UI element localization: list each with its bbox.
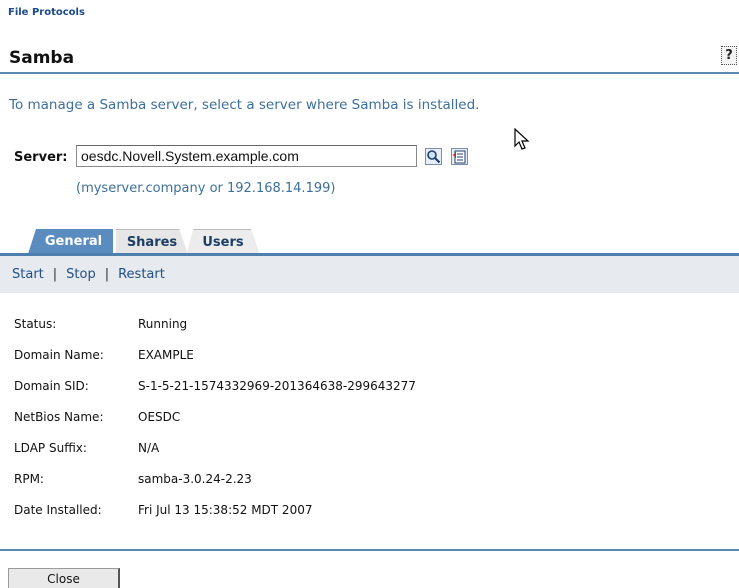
mouse-pointer-icon: [514, 128, 530, 150]
action-separator: |: [52, 267, 58, 282]
detail-label: NetBios Name:: [14, 410, 104, 424]
detail-value: S-1-5-21-1574332969-201364638-299643277: [138, 379, 416, 393]
detail-label: Domain Name:: [14, 348, 104, 362]
object-browser-icon[interactable]: [451, 148, 468, 165]
title-divider: [0, 72, 739, 74]
page-title: Samba: [9, 48, 75, 68]
start-link[interactable]: Start: [12, 267, 44, 282]
detail-value: Fri Jul 13 15:38:52 MDT 2007: [138, 503, 313, 517]
detail-label: LDAP Suffix:: [14, 441, 87, 455]
close-button[interactable]: Close: [8, 568, 120, 588]
action-bar: Start | Stop | Restart: [0, 256, 739, 293]
tab-shares[interactable]: Shares: [116, 229, 188, 255]
action-separator: |: [104, 267, 110, 282]
breadcrumb[interactable]: File Protocols: [8, 7, 85, 18]
detail-value: Running: [138, 317, 188, 331]
detail-value: OESDC: [138, 410, 181, 424]
tab-users[interactable]: Users: [186, 229, 260, 255]
tab-general[interactable]: General: [28, 229, 113, 254]
footer-divider: [0, 549, 739, 551]
detail-label: RPM:: [14, 472, 44, 486]
detail-value: samba-3.0.24-2.23: [138, 472, 252, 486]
help-icon[interactable]: ?: [721, 46, 737, 65]
search-icon[interactable]: [425, 148, 442, 165]
restart-link[interactable]: Restart: [118, 267, 165, 282]
server-hint: (myserver.company or 192.168.14.199): [76, 181, 336, 196]
detail-value: N/A: [138, 441, 160, 455]
server-label: Server:: [14, 150, 68, 165]
server-input[interactable]: [76, 145, 417, 167]
detail-value: EXAMPLE: [138, 348, 194, 362]
detail-label: Date Installed:: [14, 503, 102, 517]
stop-link[interactable]: Stop: [66, 267, 96, 282]
detail-label: Status:: [14, 317, 57, 331]
instructions-text: To manage a Samba server, select a serve…: [9, 97, 480, 113]
detail-label: Domain SID:: [14, 379, 89, 393]
